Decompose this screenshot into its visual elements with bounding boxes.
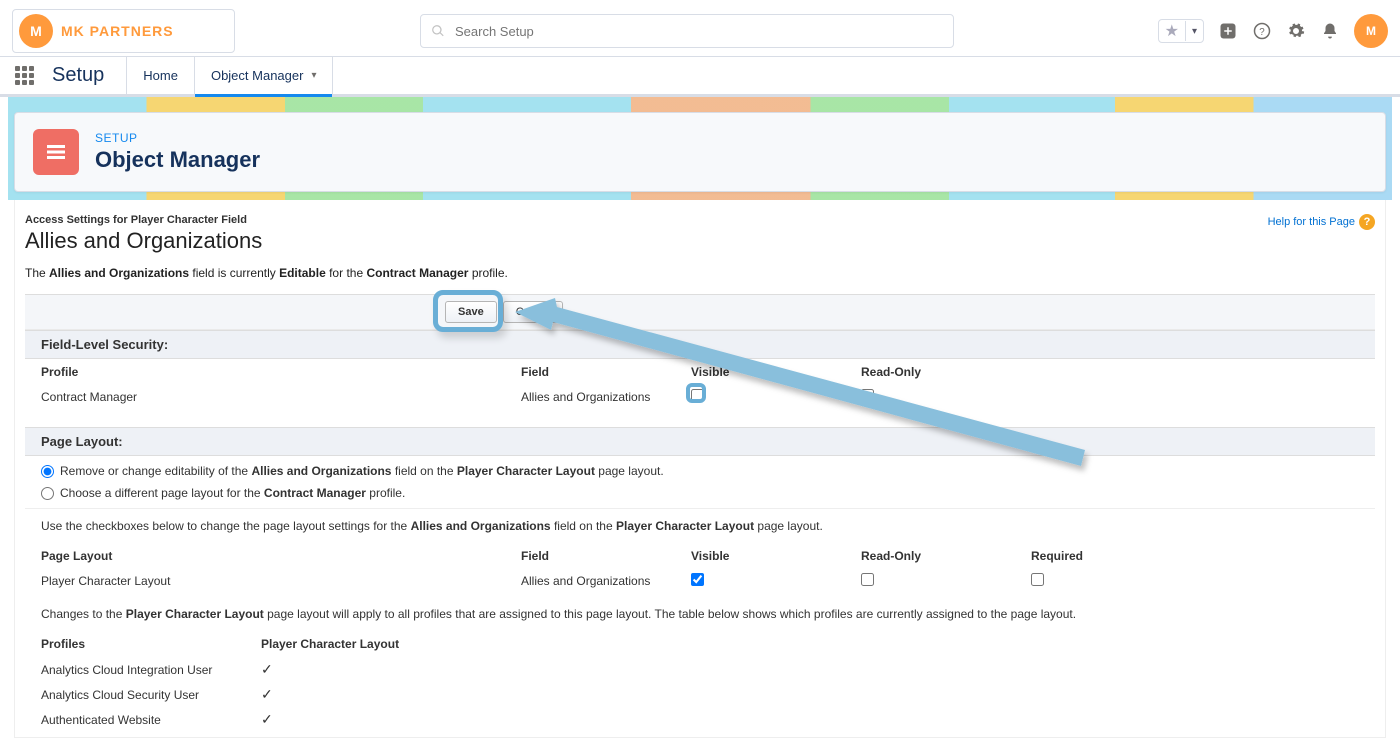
profiles-row: Authenticated Website✓ (25, 732, 1375, 738)
fls-field: Allies and Organizations (505, 385, 675, 409)
cancel-button[interactable]: Cancel (503, 301, 563, 323)
star-icon: ★ (1159, 21, 1186, 41)
object-manager-icon (33, 129, 79, 175)
profile-name: Authenticated Website (25, 707, 245, 732)
col-required: Required (1015, 543, 1375, 569)
profile-check-icon: ✓ (245, 707, 1375, 732)
layout-note: Use the checkboxes below to change the p… (25, 508, 1375, 543)
layout-radio-choose[interactable]: Choose a different page layout for the C… (25, 486, 1375, 508)
profile-name: Authenticated Website (25, 732, 245, 738)
bell-icon[interactable] (1320, 21, 1340, 41)
section-page-layout: Page Layout: (25, 427, 1375, 456)
layout-table: Page Layout Field Visible Read-Only Requ… (25, 543, 1375, 593)
layout-name: Player Character Layout (25, 569, 505, 593)
header-actions: ★ ▾ ? M (1158, 14, 1388, 48)
chevron-down-icon: ▾ (311, 70, 316, 81)
radio-remove-label: Remove or change editability of the Alli… (60, 464, 664, 478)
help-icon[interactable]: ? (1252, 21, 1272, 41)
profile-name: Analytics Cloud Security User (25, 682, 245, 707)
fls-visible-checkbox[interactable] (691, 389, 704, 402)
col-field: Field (505, 543, 675, 569)
global-header: M MK PARTNERS ★ ▾ ? M (0, 0, 1400, 57)
gear-icon[interactable] (1286, 21, 1306, 41)
changes-note: Changes to the Player Character Layout p… (25, 593, 1375, 631)
layout-radio-remove[interactable]: Remove or change editability of the Alli… (25, 456, 1375, 486)
search-input[interactable] (455, 24, 943, 39)
page-title: Object Manager (95, 147, 260, 173)
page-eyebrow: SETUP (95, 131, 260, 145)
org-switcher[interactable]: M MK PARTNERS (12, 9, 235, 53)
user-avatar[interactable]: M (1354, 14, 1388, 48)
tab-label: Home (143, 68, 178, 83)
layout-visible-checkbox[interactable] (691, 573, 704, 586)
profile-name: Analytics Cloud Integration User (25, 657, 245, 682)
profile-check-icon: ✓ (245, 732, 1375, 738)
fls-profile: Contract Manager (25, 385, 505, 409)
profiles-table: Profiles Player Character Layout Analyti… (25, 631, 1375, 738)
search-icon (431, 24, 445, 38)
profiles-row: Analytics Cloud Security User✓ (25, 682, 1375, 707)
chevron-down-icon: ▾ (1186, 26, 1203, 37)
page-header: SETUP Object Manager (14, 112, 1386, 192)
app-title: Setup (48, 57, 126, 94)
save-button[interactable]: Save (445, 301, 497, 323)
help-link-text: Help for this Page (1268, 216, 1355, 228)
fls-readonly-checkbox[interactable] (861, 389, 874, 402)
button-bar: Save Cancel (25, 294, 1375, 330)
layout-readonly-checkbox[interactable] (861, 573, 874, 586)
profile-check-icon: ✓ (245, 657, 1375, 682)
app-launcher-icon[interactable] (0, 57, 48, 94)
radio-choose-label: Choose a different page layout for the C… (60, 486, 405, 500)
profiles-row: Authenticated Website✓ (25, 707, 1375, 732)
layout-row: Player Character Layout Allies and Organ… (25, 569, 1375, 593)
app-nav: Setup Home Object Manager ▾ (0, 57, 1400, 97)
org-name: MK PARTNERS (61, 23, 174, 39)
record-title: Allies and Organizations (25, 228, 262, 254)
tab-label: Object Manager (211, 68, 304, 83)
layout-required-checkbox[interactable] (1031, 573, 1044, 586)
help-badge-icon: ? (1359, 214, 1375, 230)
fls-row: Contract Manager Allies and Organization… (25, 385, 1375, 409)
col-readonly: Read-Only (845, 543, 1015, 569)
svg-text:?: ? (1259, 27, 1265, 38)
profile-check-icon: ✓ (245, 682, 1375, 707)
tab-home[interactable]: Home (126, 57, 194, 94)
col-visible: Visible (675, 359, 845, 385)
breadcrumb: Access Settings for Player Character Fie… (25, 214, 262, 226)
favorites-menu[interactable]: ★ ▾ (1158, 19, 1204, 43)
description-line: The Allies and Organizations field is cu… (25, 266, 1375, 280)
content-area: Access Settings for Player Character Fie… (14, 200, 1386, 738)
profiles-row: Analytics Cloud Integration User✓ (25, 657, 1375, 682)
radio-choose-input[interactable] (41, 487, 54, 500)
section-field-level-security: Field-Level Security: (25, 330, 1375, 359)
col-profile: Profile (25, 359, 505, 385)
radio-remove-input[interactable] (41, 465, 54, 478)
col-layout: Page Layout (25, 543, 505, 569)
col-player-layout: Player Character Layout (245, 631, 1375, 657)
global-search[interactable] (420, 14, 954, 48)
help-for-page-link[interactable]: Help for this Page ? (1268, 214, 1375, 230)
org-logo-icon: M (19, 14, 53, 48)
col-field: Field (505, 359, 675, 385)
col-visible: Visible (675, 543, 845, 569)
layout-field: Allies and Organizations (505, 569, 675, 593)
tab-object-manager[interactable]: Object Manager ▾ (194, 57, 334, 94)
col-profiles: Profiles (25, 631, 245, 657)
add-icon[interactable] (1218, 21, 1238, 41)
col-readonly: Read-Only (845, 359, 1375, 385)
subheading-row: Access Settings for Player Character Fie… (25, 214, 1375, 254)
fls-table: Profile Field Visible Read-Only Contract… (25, 359, 1375, 409)
